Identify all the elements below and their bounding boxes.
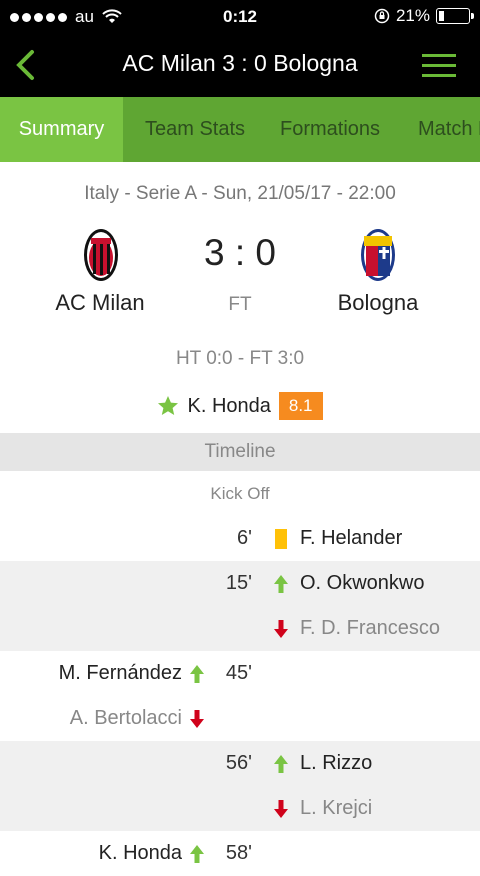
sub-in-icon [274, 755, 288, 773]
timeline-event: M. Fernández 45' [0, 651, 480, 696]
yellow-card-icon [275, 529, 287, 549]
status-right: 21% [374, 6, 474, 26]
event-minute: 45' [225, 662, 252, 684]
player-rating-badge: 8.1 [278, 392, 323, 420]
league-info: Italy - Serie A - Sun, 21/05/17 - 22:00 [84, 183, 396, 204]
sub-out-icon [190, 710, 204, 728]
tab-team-stats[interactable]: Team Stats [145, 97, 245, 162]
timeline-header: Timeline [0, 433, 480, 471]
bologna-crest-icon [361, 229, 395, 281]
tab-summary[interactable]: Summary [0, 97, 123, 162]
event-player[interactable]: F. Helander [300, 527, 402, 550]
event-minute: 56' [225, 752, 252, 774]
man-of-the-match[interactable]: K. Honda 8.1 [0, 392, 480, 420]
timeline-event-sub-out: A. Bertolacci [0, 696, 480, 741]
tab-formations[interactable]: Formations [280, 97, 380, 162]
away-team-name[interactable]: Bologna [298, 290, 458, 316]
battery-fill [439, 11, 444, 21]
timeline-event-sub-out: F. D. Francesco [0, 606, 480, 651]
event-minute: 6' [237, 527, 252, 549]
event-player-out[interactable]: A. Bertolacci [70, 707, 182, 730]
sub-out-icon [274, 800, 288, 818]
timeline-event-sub-out: L. Krejci [0, 786, 480, 831]
navigation-bar: AC Milan 3 : 0 Bologna [0, 34, 480, 97]
event-player-out[interactable]: L. Krejci [300, 797, 372, 820]
event-minute: 15' [225, 572, 252, 594]
event-player[interactable]: M. Fernández [59, 662, 182, 685]
timeline-event: 15' O. Okwonkwo [0, 561, 480, 606]
sub-in-icon [274, 575, 288, 593]
tab-bar: Summary Team Stats Formations Match F [0, 97, 480, 162]
tab-match-facts[interactable]: Match F [418, 97, 480, 162]
orientation-lock-icon [374, 8, 390, 24]
timeline-event: 56' L. Rizzo [0, 741, 480, 786]
halftime-fulltime: HT 0:0 - FT 3:0 [175, 348, 305, 369]
battery-percent: 21% [395, 6, 430, 25]
page-title: AC Milan 3 : 0 Bologna [122, 50, 358, 76]
match-score: 3 : 0 [204, 232, 276, 273]
timeline-kickoff: Kick Off [210, 484, 270, 503]
event-player-out[interactable]: F. D. Francesco [300, 617, 440, 640]
battery-icon [436, 8, 474, 24]
sub-out-icon [274, 620, 288, 638]
timeline-list: Kick Off 6' F. Helander 15' O. Okwonkwo … [0, 471, 480, 876]
timeline-event: 6' F. Helander [0, 516, 480, 561]
status-bar: au 0:12 21% [0, 0, 480, 34]
menu-icon[interactable] [422, 54, 456, 77]
event-player[interactable]: O. Okwonkwo [300, 572, 424, 595]
star-icon [158, 396, 179, 415]
event-player[interactable]: L. Rizzo [300, 752, 372, 775]
motm-player: K. Honda [187, 394, 271, 417]
